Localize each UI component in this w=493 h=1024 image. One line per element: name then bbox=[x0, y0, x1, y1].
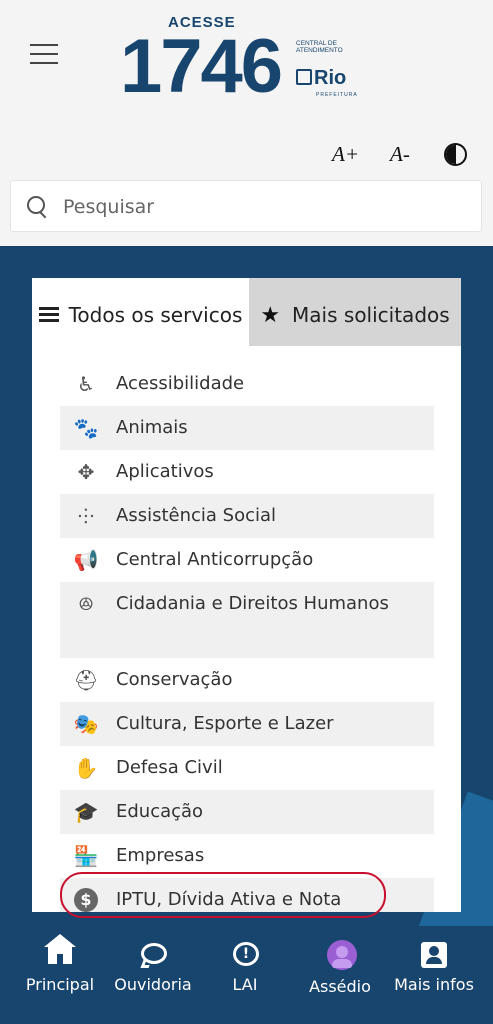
nav-assedio[interactable]: Assédio bbox=[298, 926, 382, 1024]
chat-bubble-icon bbox=[138, 940, 168, 968]
search-icon bbox=[27, 196, 47, 216]
list-item[interactable]: 🏪 Empresas bbox=[60, 834, 434, 878]
contrast-icon[interactable] bbox=[444, 143, 467, 166]
tab-label: Mais solicitados bbox=[292, 303, 450, 327]
app-header: ACESSE 1746 CENTRAL DE ATENDIMENTO Rio P… bbox=[0, 0, 493, 240]
list-item-label: Central Anticorrupção bbox=[116, 549, 314, 570]
wheelchair-icon: ♿ bbox=[77, 372, 95, 396]
hands-icon: ✋ bbox=[73, 756, 99, 780]
font-increase-button[interactable]: A+ bbox=[332, 142, 359, 168]
store-icon: 🏪 bbox=[73, 844, 99, 868]
arrows-icon: ✥ bbox=[77, 460, 95, 484]
theater-masks-icon: 🎭 bbox=[73, 712, 99, 736]
list-item-label: Educação bbox=[116, 801, 204, 822]
list-item[interactable]: ✋ Defesa Civil bbox=[60, 746, 434, 790]
search-input[interactable] bbox=[63, 193, 463, 221]
people-icon: ⸭ bbox=[77, 504, 95, 528]
logo-prefeitura-text: PREFEITURA bbox=[316, 92, 358, 98]
contact-card-icon bbox=[419, 940, 449, 968]
search-bar[interactable] bbox=[10, 180, 482, 232]
nav-label: Assédio bbox=[309, 977, 371, 996]
list-item[interactable]: ⛑ Conservação bbox=[60, 658, 434, 702]
graduation-cap-icon: 🎓 bbox=[73, 800, 99, 824]
nav-label: Mais infos bbox=[394, 975, 474, 994]
assedio-icon bbox=[325, 940, 357, 970]
logo-1746[interactable]: ACESSE 1746 CENTRAL DE ATENDIMENTO Rio P… bbox=[120, 12, 370, 108]
tab-label: Todos os servicos bbox=[68, 303, 243, 327]
bottom-nav: Principal Ouvidoria ! LAI Assédio Mais i… bbox=[0, 926, 493, 1024]
lai-info-icon: ! bbox=[230, 940, 260, 968]
tab-mais-solicitados[interactable]: ★ Mais solicitados bbox=[249, 278, 461, 346]
list-item[interactable]: 🎭 Cultura, Esporte e Lazer bbox=[60, 702, 434, 746]
font-decrease-button[interactable]: A- bbox=[390, 142, 410, 168]
list-item-label: Cultura, Esporte e Lazer bbox=[116, 713, 334, 734]
list-item[interactable]: ♿ Acessibilidade bbox=[60, 362, 434, 406]
home-icon bbox=[44, 934, 76, 968]
list-item[interactable]: 🎓 Educação bbox=[60, 790, 434, 834]
logo-rio: Rio bbox=[296, 67, 346, 90]
nav-ouvidoria[interactable]: Ouvidoria bbox=[108, 926, 198, 1024]
list-item-label: Aplicativos bbox=[116, 461, 214, 482]
list-item[interactable]: ⸭ Assistência Social bbox=[60, 494, 434, 538]
category-list: ♿ Acessibilidade 🐾 Animais ✥ Aplicativos… bbox=[60, 362, 434, 912]
list-item[interactable]: ✥ Aplicativos bbox=[60, 450, 434, 494]
list-icon bbox=[38, 306, 59, 322]
logo-number: 1746 bbox=[120, 24, 283, 109]
list-item[interactable]: 📢 Central Anticorrupção bbox=[60, 538, 434, 582]
list-item[interactable]: $ IPTU, Dívida Ativa e Nota bbox=[60, 878, 434, 912]
paw-icon: 🐾 bbox=[73, 416, 99, 440]
nav-mais-infos[interactable]: Mais infos bbox=[386, 926, 482, 1024]
logo-rio-text: Rio bbox=[314, 67, 347, 89]
nav-label: LAI bbox=[232, 975, 258, 994]
list-item-label: Acessibilidade bbox=[116, 373, 245, 394]
list-item-label: Assistência Social bbox=[116, 505, 277, 526]
hamburger-menu-icon[interactable] bbox=[30, 42, 58, 66]
star-icon: ★ bbox=[260, 303, 281, 328]
nav-label: Principal bbox=[25, 975, 95, 994]
nav-lai[interactable]: ! LAI bbox=[212, 926, 278, 1024]
dollar-coin-icon: $ bbox=[74, 888, 98, 912]
rio-crest-icon bbox=[296, 69, 312, 85]
nav-principal[interactable]: Principal bbox=[18, 926, 102, 1024]
list-item-label: IPTU, Dívida Ativa e Nota bbox=[116, 889, 342, 910]
list-item[interactable]: 🐾 Animais bbox=[60, 406, 434, 450]
hardhat-icon: ⛑ bbox=[73, 668, 99, 692]
list-item-label: Empresas bbox=[116, 845, 205, 866]
nav-label: Ouvidoria bbox=[114, 975, 192, 994]
list-item-label: Defesa Civil bbox=[116, 757, 223, 778]
list-item[interactable]: ꔮ Cidadania e Direitos Humanos bbox=[60, 582, 434, 658]
megaphone-icon: 📢 bbox=[73, 548, 99, 572]
list-item-label: Cidadania e Direitos Humanos bbox=[116, 593, 389, 614]
group-icon: ꔮ bbox=[78, 592, 94, 616]
list-item-label: Animais bbox=[116, 417, 188, 438]
list-item-label: Conservação bbox=[116, 669, 233, 690]
services-card: Todos os servicos ★ Mais solicitados ♿ Ac… bbox=[32, 278, 461, 912]
logo-central-text: CENTRAL DE ATENDIMENTO bbox=[296, 40, 343, 54]
tab-todos-os-servicos[interactable]: Todos os servicos bbox=[32, 278, 249, 346]
